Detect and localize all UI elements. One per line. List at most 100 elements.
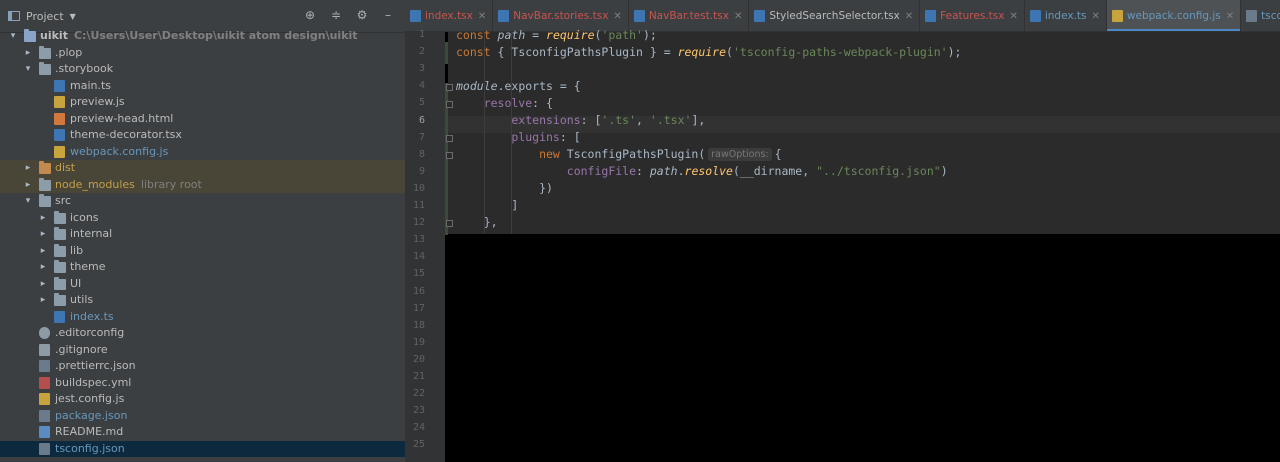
chevron-down-icon[interactable]: ▾ <box>23 61 33 78</box>
tree-file[interactable]: package.json <box>0 408 405 425</box>
gear-icon[interactable]: ⚙ <box>355 8 369 22</box>
code-line-8[interactable]: new TsconfigPathsPlugin(rawOptions:{ <box>456 147 782 161</box>
code-line-7[interactable]: plugins: [ <box>456 130 580 144</box>
tree-item-label: buildspec.yml <box>55 375 131 392</box>
chevron-right-icon[interactable]: ▸ <box>38 259 48 276</box>
ts-file-icon <box>754 10 766 22</box>
code-line-6[interactable]: extensions: ['.ts', '.tsx'], <box>456 113 705 127</box>
tree-folder[interactable]: ▸ lib <box>0 243 405 260</box>
tree-file[interactable]: buildspec.yml <box>0 375 405 392</box>
tree-file[interactable]: preview.js <box>0 94 405 111</box>
line-number: 23 <box>412 405 425 417</box>
code-line-4[interactable]: module.exports = { <box>456 79 581 93</box>
code-line-10[interactable]: }) <box>456 181 553 195</box>
tree-file[interactable]: main.ts <box>0 78 405 95</box>
chevron-right-icon[interactable]: ▸ <box>38 292 48 309</box>
editor-tab[interactable]: tsconfig.json <box>1241 0 1280 31</box>
code-line-11[interactable]: ] <box>456 198 518 212</box>
tab-label: webpack.config.js <box>1126 10 1221 22</box>
tree-file[interactable]: .gitignore <box>0 342 405 359</box>
close-icon[interactable]: ✕ <box>1009 11 1017 22</box>
code-area[interactable]: const path = require('path'); const { Ts… <box>448 28 1280 234</box>
locate-file-icon[interactable]: ⊕ <box>303 8 317 22</box>
tree-folder[interactable]: ▸ dist <box>0 160 405 177</box>
chevron-right-icon[interactable]: ▸ <box>38 210 48 227</box>
close-icon[interactable]: ✕ <box>1226 11 1234 22</box>
tree-file[interactable]: preview-head.html <box>0 111 405 128</box>
tree-item-name: node_modules <box>55 177 135 191</box>
collapse-all-icon[interactable]: ≑ <box>329 8 343 22</box>
tree-file[interactable]: webpack.config.js <box>0 144 405 161</box>
tree-file[interactable]: theme-decorator.tsx <box>0 127 405 144</box>
tree-folder[interactable]: ▸ icons <box>0 210 405 227</box>
close-icon[interactable]: ✕ <box>478 11 486 22</box>
code-line-2[interactable]: const { TsconfigPathsPlugin } = require(… <box>456 45 961 59</box>
tree-folder[interactable]: ▸ UI <box>0 276 405 293</box>
hide-panel-icon[interactable]: – <box>381 8 395 22</box>
close-icon[interactable]: ✕ <box>905 11 913 22</box>
chevron-right-icon[interactable]: ▸ <box>38 243 48 260</box>
chevron-right-icon[interactable]: ▸ <box>38 226 48 243</box>
tree-folder[interactable]: ▸ node_modules library root <box>0 176 405 194</box>
close-icon[interactable]: ✕ <box>613 11 621 22</box>
tree-file[interactable]: jest.config.js <box>0 391 405 408</box>
tree-folder[interactable]: ▸ internal <box>0 226 405 243</box>
code-line-5[interactable]: resolve: { <box>456 96 553 110</box>
line-number: 7 <box>418 131 425 143</box>
tree-item-label: README.md <box>55 424 123 441</box>
vcs-change-marker[interactable] <box>445 42 448 64</box>
tree-folder[interactable]: ▾ .storybook <box>0 61 405 78</box>
chevron-right-icon[interactable]: ▸ <box>23 45 33 62</box>
tree-item-name: preview.js <box>70 95 125 108</box>
code-line-1[interactable]: const path = require('path'); <box>456 28 657 42</box>
editor-tab[interactable]: webpack.config.js ✕ <box>1106 0 1242 31</box>
tree-file[interactable]: .prettierrc.json <box>0 358 405 375</box>
tree-folder[interactable]: ▾ src <box>0 193 405 210</box>
tree-item-label: jest.config.js <box>55 391 124 408</box>
tree-item-label: lib <box>70 243 83 260</box>
fold-marker[interactable] <box>446 152 453 159</box>
tree-file[interactable]: index.ts <box>0 309 405 326</box>
tree-file[interactable]: README.md <box>0 424 405 441</box>
chevron-right-icon[interactable]: ▸ <box>38 276 48 293</box>
chevron-down-icon[interactable]: ▾ <box>8 28 18 45</box>
tree-item-label: icons <box>70 210 99 227</box>
editor-tab[interactable]: StyledSearchSelector.tsx ✕ <box>749 0 921 31</box>
ts-file-icon <box>498 10 510 22</box>
project-view-selector[interactable]: Project <box>26 10 64 23</box>
tree-folder[interactable]: ▸ theme <box>0 259 405 276</box>
tree-folder[interactable]: ▸ .plop <box>0 45 405 62</box>
editor-tab[interactable]: index.ts ✕ <box>1025 0 1107 31</box>
folder-icon <box>39 177 51 191</box>
chevron-right-icon[interactable]: ▸ <box>23 177 33 194</box>
tree-item-name: lib <box>70 243 84 257</box>
tree-item-label: webpack.config.js <box>70 144 168 161</box>
fold-marker[interactable] <box>446 101 453 108</box>
tree-item-name: src <box>55 194 72 207</box>
tree-file[interactable]: tsconfig.json <box>0 440 405 457</box>
fold-marker[interactable] <box>446 135 453 142</box>
chevron-down-icon[interactable]: ▾ <box>23 193 33 210</box>
folder-icon <box>39 62 51 75</box>
ts-file-icon <box>54 129 65 141</box>
tree-item-label: .editorconfig <box>55 325 124 342</box>
code-line-9[interactable]: configFile: path.resolve(__dirname, "../… <box>456 164 948 178</box>
close-icon[interactable]: ✕ <box>1092 11 1100 22</box>
line-number: 4 <box>418 80 425 92</box>
tree-file[interactable]: .editorconfig <box>0 325 405 342</box>
chevron-down-icon[interactable]: ▼ <box>70 12 76 21</box>
close-icon[interactable]: ✕ <box>734 11 742 22</box>
tree-item-label: .prettierrc.json <box>55 358 136 375</box>
tree-item-name: .editorconfig <box>55 326 125 339</box>
tree-folder[interactable]: ▸ utils <box>0 292 405 309</box>
chevron-right-icon[interactable]: ▸ <box>23 160 33 177</box>
code-line-12[interactable]: }, <box>456 215 498 229</box>
json-file-icon <box>39 360 50 372</box>
ts-file-icon <box>54 310 65 323</box>
fold-marker[interactable] <box>446 84 453 91</box>
code-editor[interactable]: 1 2 3 4 5 6 7 8 9 10 11 12 13 14 15 16 17 18 19 20 21 22 23 24 2… <box>405 28 1280 462</box>
tree-folder[interactable]: ▾ uikit C:\Users\User\Desktop\uikit atom d… <box>0 28 405 45</box>
editor-tab[interactable]: Features.tsx ✕ <box>920 0 1025 31</box>
json-file-icon <box>1246 10 1258 22</box>
fold-marker[interactable] <box>446 220 453 227</box>
